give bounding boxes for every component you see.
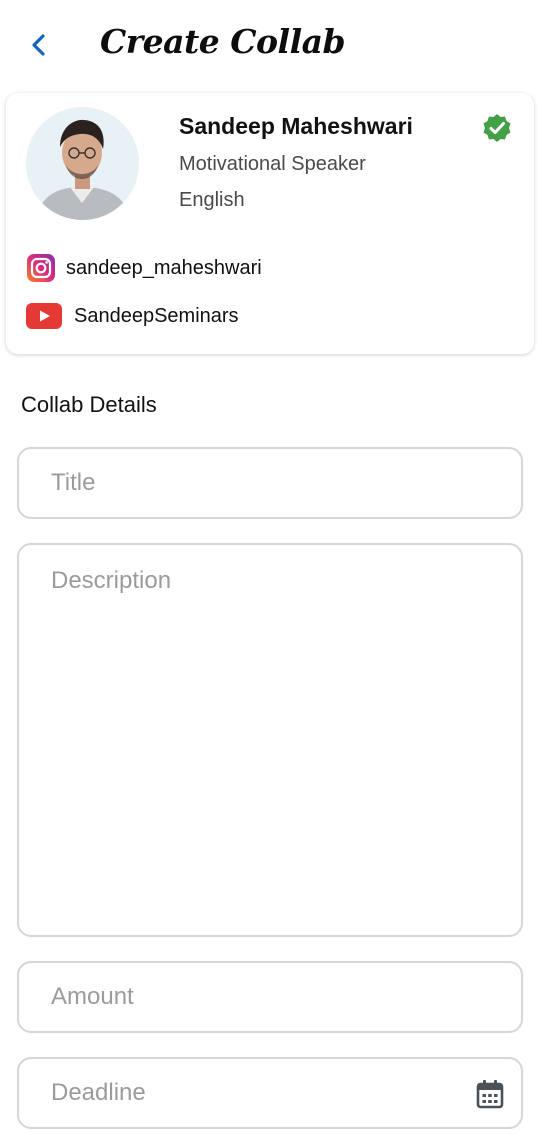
youtube-link[interactable]: SandeepSeminars [26,301,239,331]
youtube-channel: SandeepSeminars [74,304,239,327]
profile-role: Motivational Speaker [179,153,366,175]
app-bar: Create Collab [0,0,540,90]
instagram-icon [27,254,55,282]
page-title: Create Collab [100,22,346,61]
verified-badge-icon [483,114,511,142]
description-input[interactable] [17,543,523,937]
amount-input[interactable] [17,961,523,1033]
youtube-icon [26,303,62,329]
back-button[interactable] [22,28,56,62]
profile-card: Sandeep Maheshwari Motivational Speaker … [6,93,534,354]
avatar [26,107,139,220]
calendar-icon[interactable] [476,1079,504,1109]
profile-language: English [179,189,245,211]
section-title: Collab Details [21,392,157,417]
title-input[interactable] [17,447,523,519]
instagram-link[interactable]: sandeep_maheshwari [26,253,262,283]
instagram-handle: sandeep_maheshwari [66,256,262,279]
chevron-left-icon [32,34,45,56]
deadline-input[interactable] [17,1057,523,1129]
profile-name: Sandeep Maheshwari [179,113,413,139]
